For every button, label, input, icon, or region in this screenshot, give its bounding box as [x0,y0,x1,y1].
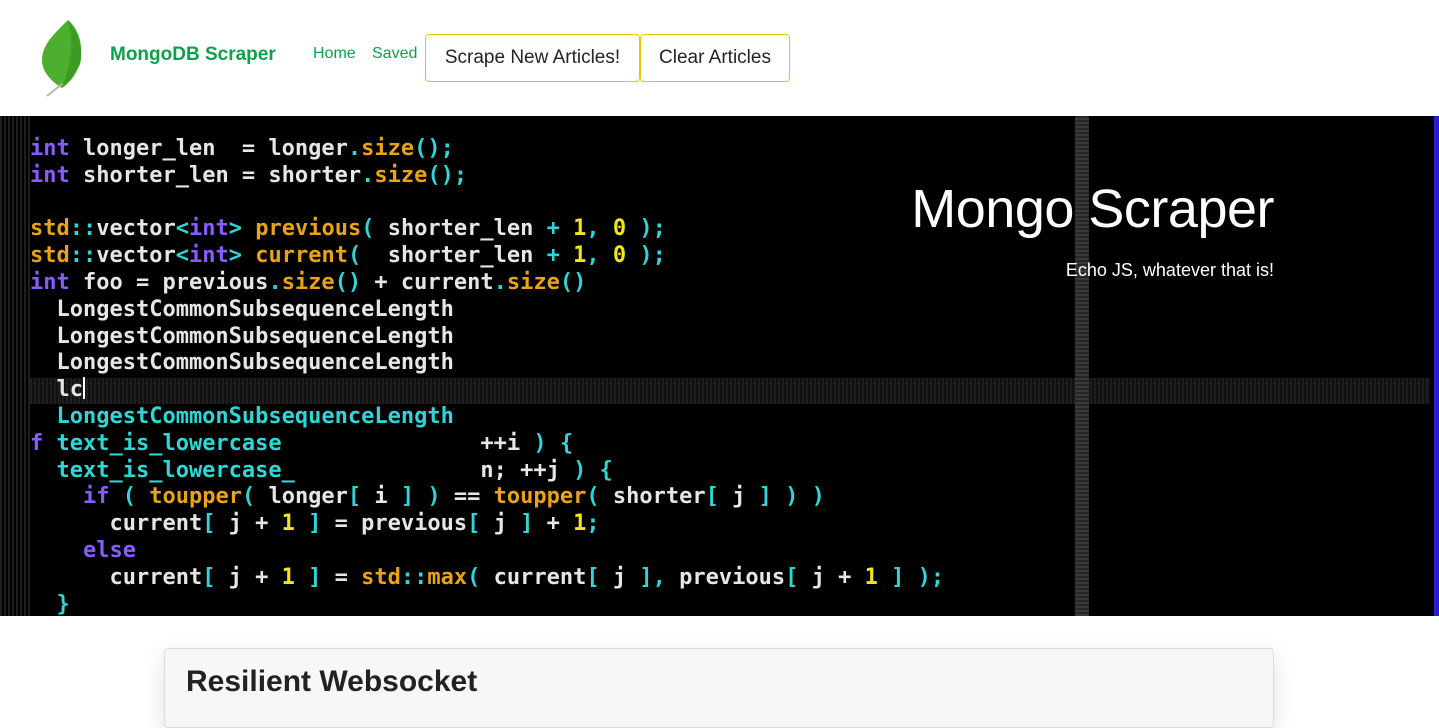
code-line: f text_is_lowercase ++i ) { [30,430,574,456]
code-line: } [30,591,70,616]
brand-link[interactable]: MongoDB Scraper [110,44,276,66]
code-line: LongestCommonSubsequenceLength [30,296,454,322]
scrape-new-articles-button[interactable]: Scrape New Articles! [425,34,640,82]
code-line: int longer_len = longer.size(); [30,136,454,161]
article-title[interactable]: Resilient Websocket [186,665,477,699]
code-line: LongestCommonSubsequenceLength [30,323,454,349]
code-line: if ( toupper( longer[ i ] ) == toupper( … [30,484,825,510]
mongodb-leaf-icon[interactable] [38,18,86,98]
code-line: LongestCommonSubsequenceLength [30,350,454,376]
code-line: lc [30,377,85,403]
navbar: MongoDB Scraper Home Saved Scrape New Ar… [0,0,1439,116]
code-line: current[ j + 1 ] = previous[ j ] + 1; [30,511,600,537]
nav-link-saved[interactable]: Saved [372,45,417,63]
hero-banner: int longer_len = longer.size(); int shor… [0,116,1439,616]
article-card: Resilient Websocket [164,648,1274,728]
clear-articles-button[interactable]: Clear Articles [640,34,790,82]
nav-link-home[interactable]: Home [313,45,356,63]
hero-title: Mongo Scraper [911,179,1274,239]
code-line: LongestCommonSubsequenceLength [30,403,454,429]
code-line: current[ j + 1 ] = std::max( current[ j … [30,564,945,590]
hero-subtitle: Echo JS, whatever that is! [1065,260,1274,280]
code-line: text_is_lowercase_ n; ++j ) { [30,457,613,483]
code-line: else [30,537,136,563]
